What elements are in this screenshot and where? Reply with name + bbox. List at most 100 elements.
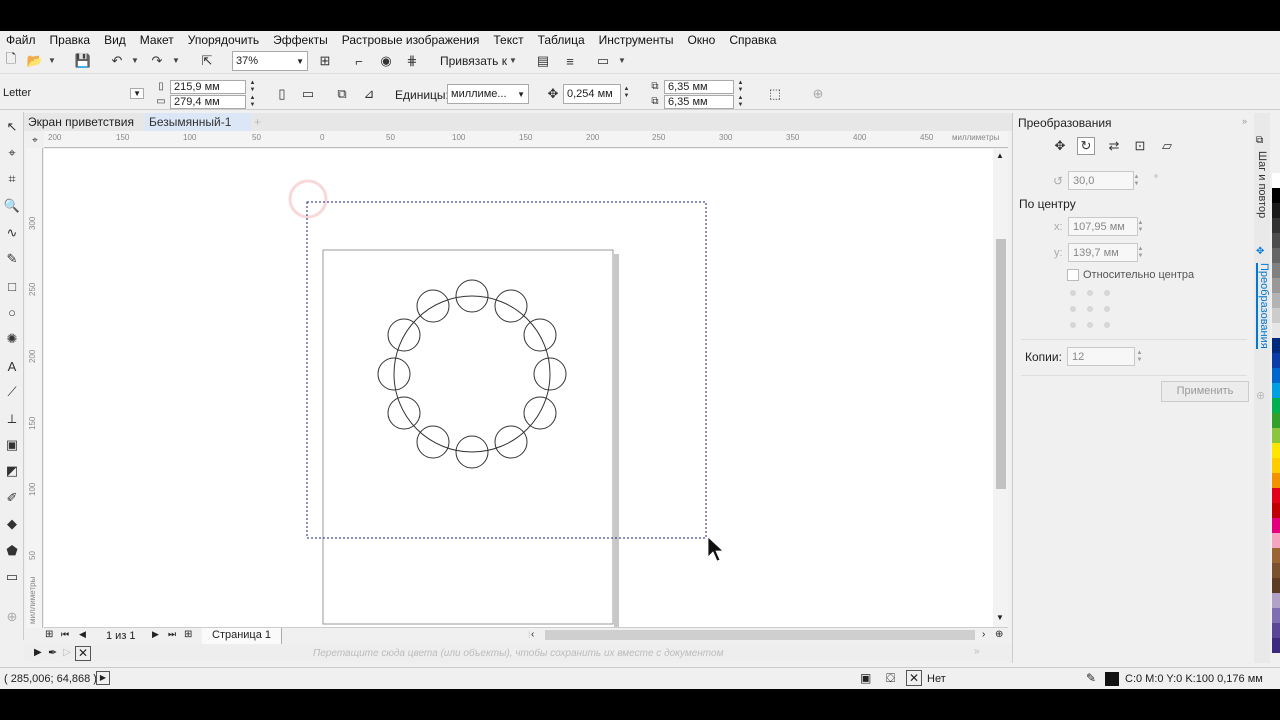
copies-spinner[interactable]: ▲ ▼ bbox=[1135, 350, 1144, 364]
horizontal-ruler[interactable]: 200 150 100 50 0 50 100 150 200 250 300 … bbox=[44, 131, 1008, 148]
dimension-tool-icon[interactable]: ⟂ bbox=[3, 410, 21, 428]
palette-swatch[interactable] bbox=[1272, 263, 1280, 278]
palette-swatch[interactable] bbox=[1272, 428, 1280, 443]
page-tab-1[interactable]: Страница 1 bbox=[202, 628, 283, 644]
nudge-spinner[interactable]: ▲ ▼ bbox=[622, 86, 631, 100]
add-icon[interactable]: ⊕ bbox=[809, 85, 827, 103]
docker-collapse-icon[interactable]: » bbox=[1242, 116, 1247, 126]
size-icon[interactable]: ⊡ bbox=[1131, 137, 1149, 155]
all-pages-icon[interactable]: ⧉ bbox=[333, 85, 351, 103]
menu-text[interactable]: Текст bbox=[487, 33, 531, 47]
palette-swatch[interactable] bbox=[1272, 473, 1280, 488]
palette-swatch[interactable] bbox=[1272, 293, 1280, 308]
menu-view[interactable]: Вид bbox=[98, 33, 134, 47]
palette-swatch[interactable] bbox=[1272, 638, 1280, 653]
tab-transformations[interactable]: Преобразования bbox=[1256, 263, 1270, 349]
rotate-icon[interactable]: ↻ bbox=[1077, 137, 1095, 155]
snap-dropdown-icon[interactable]: ▼ bbox=[509, 56, 517, 65]
palette-swatch[interactable] bbox=[1272, 233, 1280, 248]
no-fill-icon[interactable]: ✕ bbox=[906, 670, 922, 686]
center-x-spinner[interactable]: ▲ ▼ bbox=[1136, 220, 1145, 234]
polygon-tool-icon[interactable]: ✺ bbox=[3, 330, 21, 348]
redo-dropdown-icon[interactable]: ▼ bbox=[172, 56, 180, 65]
palette-swatch[interactable] bbox=[1272, 383, 1280, 398]
palette-swatch[interactable] bbox=[1272, 368, 1280, 383]
vertical-ruler[interactable]: 300 250 200 150 100 50 миллиметры bbox=[26, 148, 43, 628]
tab-untitled-1[interactable]: Безымянный-1 bbox=[145, 113, 251, 131]
paper-dropdown-icon[interactable]: ▼ bbox=[130, 87, 144, 99]
menu-file[interactable]: Файл bbox=[0, 33, 44, 47]
outline-pen-icon[interactable]: ✎ bbox=[1086, 671, 1096, 685]
units-dropdown-icon[interactable]: ▼ bbox=[517, 90, 525, 99]
undo-dropdown-icon[interactable]: ▼ bbox=[131, 56, 139, 65]
palette-swatch[interactable] bbox=[1272, 203, 1280, 218]
palette-swatch[interactable] bbox=[1272, 398, 1280, 413]
palette-swatch[interactable] bbox=[1272, 563, 1280, 578]
menu-help[interactable]: Справка bbox=[723, 33, 784, 47]
palette-swatch[interactable] bbox=[1272, 308, 1280, 323]
anchor-grid-icon[interactable] bbox=[1067, 287, 1113, 329]
pick-tool-icon[interactable]: ↖ bbox=[3, 118, 21, 136]
palette-options-icon[interactable]: ▷ bbox=[63, 647, 71, 658]
menu-arrange[interactable]: Упорядочить bbox=[182, 33, 267, 47]
palette-swatch[interactable] bbox=[1272, 278, 1280, 293]
options-icon[interactable]: ▤ bbox=[534, 52, 552, 70]
show-grid-icon[interactable]: ◉ bbox=[377, 52, 395, 70]
play-macro-icon[interactable]: ▶ bbox=[96, 671, 110, 685]
full-screen-preview-icon[interactable]: ⊞ bbox=[316, 52, 334, 70]
units-combobox[interactable]: миллиме... ▼ bbox=[447, 84, 529, 104]
palette-swatch[interactable] bbox=[1272, 518, 1280, 533]
palette-swatch[interactable] bbox=[1272, 323, 1280, 338]
palette-swatch[interactable] bbox=[1272, 608, 1280, 623]
tab-step-and-repeat[interactable]: Шаг и повтор bbox=[1256, 151, 1268, 218]
palette-swatch[interactable] bbox=[1272, 458, 1280, 473]
scroll-down-icon[interactable]: ▼ bbox=[996, 613, 1004, 622]
duplicate-x-spinner[interactable]: ▲ ▼ bbox=[736, 80, 745, 94]
palette-swatch[interactable] bbox=[1272, 488, 1280, 503]
current-page-icon[interactable]: ⊿ bbox=[360, 85, 378, 103]
palette-swatch[interactable] bbox=[1272, 188, 1280, 203]
redo-icon[interactable]: ↷ bbox=[148, 52, 166, 70]
transparency-tool-icon[interactable]: ◩ bbox=[3, 462, 21, 480]
page-width-spinner[interactable]: ▲ ▼ bbox=[248, 80, 257, 94]
palette-swatch[interactable] bbox=[1272, 533, 1280, 548]
landscape-icon[interactable]: ▭ bbox=[299, 85, 317, 103]
show-rulers-icon[interactable]: ⌐ bbox=[350, 52, 368, 70]
document-palette[interactable]: ▶ ✒ ▷ ✕ Перетащите сюда цвета (или объек… bbox=[24, 645, 1012, 663]
palette-swatch[interactable] bbox=[1272, 413, 1280, 428]
open-folder-icon[interactable]: 📂 bbox=[26, 52, 44, 70]
angle-spinner[interactable]: ▲ ▼ bbox=[1132, 174, 1141, 188]
vertical-scrollbar[interactable]: ▲ ▼ bbox=[993, 149, 1008, 627]
center-y-field[interactable]: 139,7 мм bbox=[1068, 243, 1138, 262]
scroll-left-icon[interactable]: ‹ bbox=[531, 629, 534, 640]
next-page-icon[interactable]: ▶ bbox=[152, 629, 159, 640]
duplicate-x-field[interactable]: 6,35 мм bbox=[664, 80, 734, 94]
interactive-fill-tool-icon[interactable]: ◆ bbox=[3, 515, 21, 533]
shape-tool-icon[interactable]: ⌖ bbox=[3, 144, 21, 162]
duplicate-y-spinner[interactable]: ▲ ▼ bbox=[736, 95, 745, 109]
new-tab-icon[interactable]: + bbox=[250, 113, 266, 131]
previous-page-icon[interactable]: ◀ bbox=[79, 629, 86, 640]
palette-swatch[interactable] bbox=[1272, 338, 1280, 353]
open-dropdown-icon[interactable]: ▼ bbox=[48, 56, 56, 65]
palette-scroll-icon[interactable]: » bbox=[974, 646, 980, 657]
palette-swatch[interactable] bbox=[1272, 248, 1280, 263]
menu-tools[interactable]: Инструменты bbox=[593, 33, 682, 47]
align-icon[interactable]: ≡ bbox=[561, 52, 579, 70]
new-document-icon[interactable]: 🗋 bbox=[2, 51, 20, 70]
zoom-dropdown-icon[interactable]: ▼ bbox=[296, 57, 304, 66]
launch-dropdown-icon[interactable]: ▼ bbox=[618, 56, 626, 65]
apply-button[interactable]: Применить bbox=[1161, 381, 1249, 402]
freehand-tool-icon[interactable]: ∿ bbox=[3, 224, 21, 242]
ellipse-tool-icon[interactable]: ○ bbox=[3, 303, 21, 321]
paper-size-combobox[interactable]: Letter ▼ bbox=[0, 83, 147, 103]
menu-table[interactable]: Таблица bbox=[532, 33, 593, 47]
menu-layout[interactable]: Макет bbox=[134, 33, 182, 47]
add-page-before-icon[interactable]: ⊞ bbox=[45, 629, 53, 640]
sidetab-add-icon[interactable]: ⊕ bbox=[1256, 389, 1265, 402]
page-width-field[interactable]: 215,9 мм bbox=[170, 80, 246, 94]
skew-icon[interactable]: ▱ bbox=[1158, 137, 1176, 155]
palette-swatch[interactable] bbox=[1272, 173, 1280, 188]
color-profile-icon[interactable]: ▣ bbox=[860, 671, 871, 685]
horizontal-scroll-thumb[interactable] bbox=[545, 630, 975, 640]
